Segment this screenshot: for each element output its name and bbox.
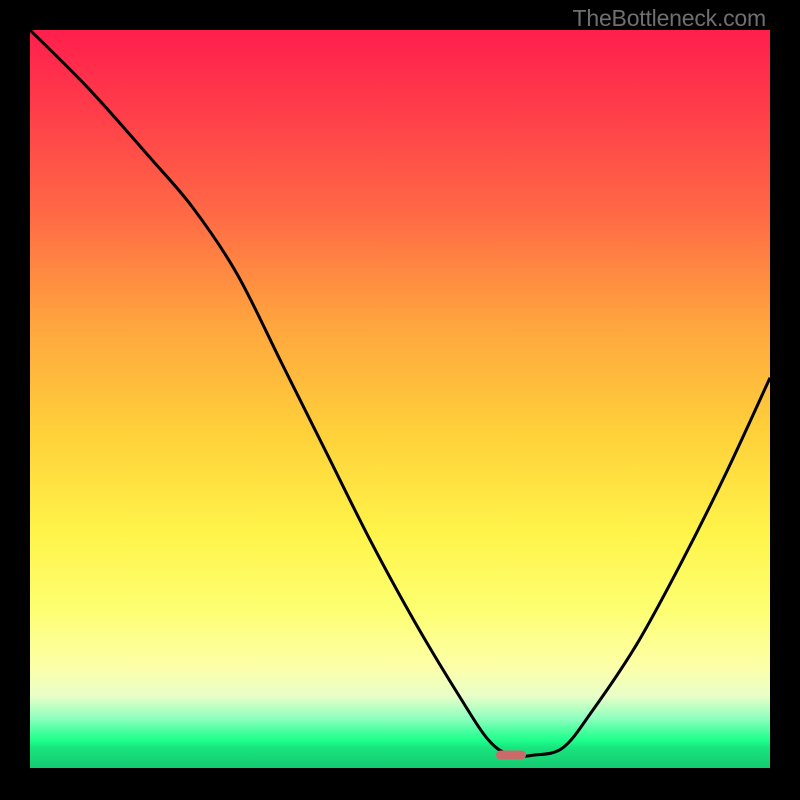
- chart-frame: TheBottleneck.com: [0, 0, 800, 800]
- optimum-marker: [496, 751, 526, 760]
- watermark-text: TheBottleneck.com: [573, 5, 766, 32]
- plot-area: [30, 30, 770, 770]
- bottleneck-curve-path: [30, 30, 770, 757]
- curve-svg: [30, 30, 770, 770]
